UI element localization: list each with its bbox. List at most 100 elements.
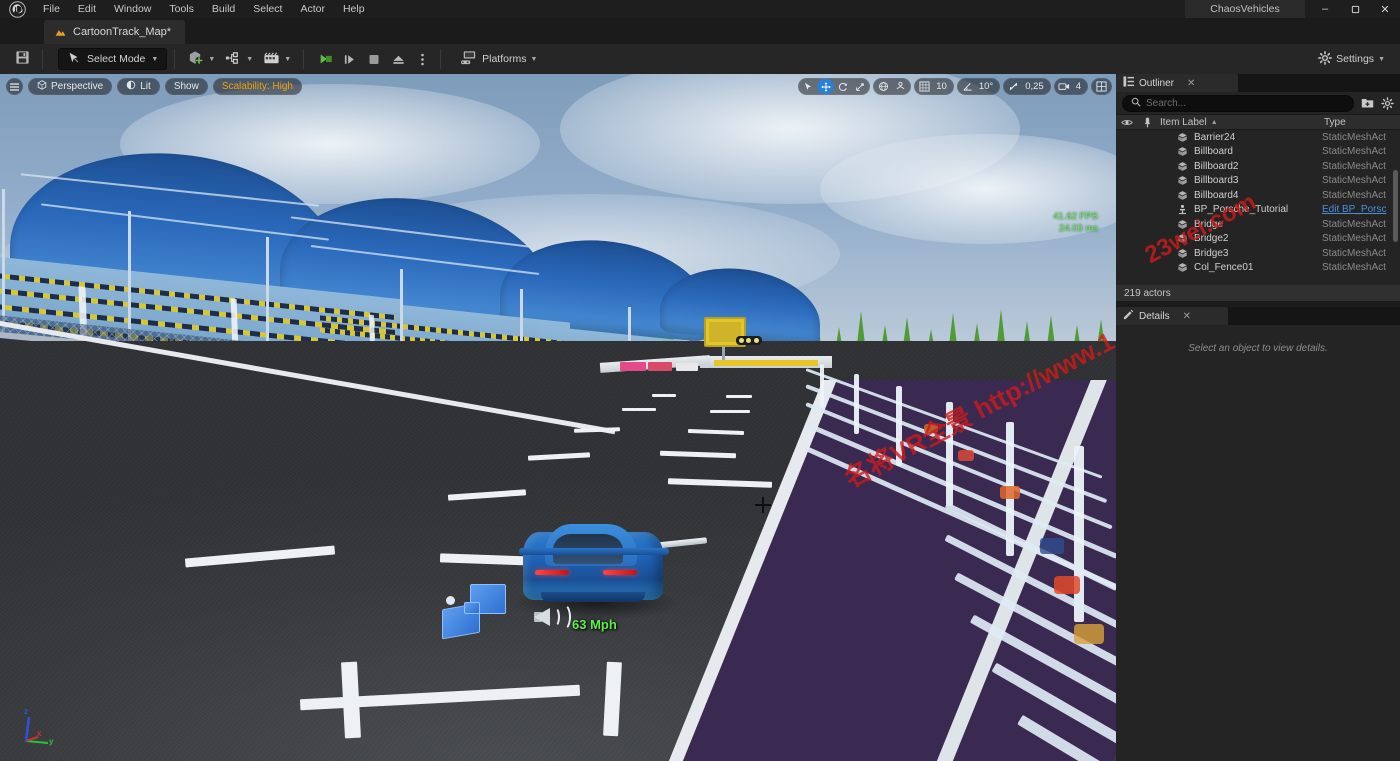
column-header-item-label[interactable]: Item Label ▲ xyxy=(1156,117,1322,128)
blueprints-button[interactable]: ▼ xyxy=(220,48,258,70)
viewport-layout-group[interactable] xyxy=(1091,78,1112,95)
table-row[interactable]: Billboard2 StaticMeshAct xyxy=(1116,159,1400,174)
audio-speaker-icon xyxy=(534,602,568,632)
transform-gizmo-group xyxy=(798,78,870,95)
pin-icon[interactable] xyxy=(1138,117,1156,128)
add-actor-icon xyxy=(187,50,204,68)
billboard-post xyxy=(722,346,725,360)
rotate-gizmo-icon[interactable] xyxy=(834,79,851,94)
menu-item-file[interactable]: File xyxy=(34,0,69,18)
camera-speed-icon[interactable] xyxy=(1056,79,1073,94)
platforms-button[interactable]: Platforms ▼ xyxy=(454,48,542,70)
chevron-down-icon: ▼ xyxy=(284,56,291,63)
world-coordinate-icon[interactable] xyxy=(875,79,892,94)
grid-snap-group[interactable]: 10 xyxy=(914,78,954,95)
grid-snap-icon[interactable] xyxy=(916,79,933,94)
outliner-item-edit-link[interactable]: Edit BP_Porsc xyxy=(1322,204,1400,215)
camera-speed-group[interactable]: 4 xyxy=(1054,78,1088,95)
more-options-button[interactable] xyxy=(411,48,433,70)
move-gizmo-icon[interactable] xyxy=(817,79,834,94)
table-row[interactable]: BP_Porsche_Tutorial Edit BP_Porsc xyxy=(1116,203,1400,218)
level-tab[interactable]: CartoonTrack_Map* xyxy=(44,20,185,44)
scale-snap-value[interactable]: 0,25 xyxy=(1022,81,1049,92)
close-icon[interactable]: ✕ xyxy=(1183,311,1191,322)
add-folder-icon[interactable] xyxy=(1360,96,1374,110)
close-icon[interactable]: ✕ xyxy=(1370,0,1400,18)
chevron-down-icon: ▼ xyxy=(1378,56,1385,63)
static-mesh-icon xyxy=(1174,219,1190,230)
static-mesh-icon xyxy=(1174,248,1190,259)
sort-ascending-icon: ▲ xyxy=(1211,119,1218,126)
outliner-column-header: Item Label ▲ Type xyxy=(1116,114,1400,130)
close-icon[interactable]: ✕ xyxy=(1187,78,1195,89)
menu-bar: File Edit Window Tools Build Select Acto… xyxy=(0,0,1400,18)
porsche-vehicle-actor[interactable] xyxy=(505,514,685,629)
table-row[interactable]: Bridge StaticMeshAct xyxy=(1116,217,1400,232)
save-button[interactable] xyxy=(10,48,35,70)
cinematics-button[interactable]: ▼ xyxy=(258,48,296,70)
menu-item-edit[interactable]: Edit xyxy=(69,0,105,18)
viewport-menu-icon[interactable] xyxy=(6,78,23,95)
scale-snap-group[interactable]: 0,25 xyxy=(1003,78,1051,95)
table-row[interactable]: Col_Fence01 StaticMeshAct xyxy=(1116,261,1400,276)
eject-button[interactable] xyxy=(387,48,409,70)
angle-snap-value[interactable]: 10° xyxy=(976,81,998,92)
outliner-item-type: StaticMeshAct xyxy=(1322,248,1400,259)
eye-icon[interactable] xyxy=(1116,118,1138,127)
table-row[interactable]: Bridge2 StaticMeshAct xyxy=(1116,232,1400,247)
add-actor-button[interactable]: ▼ xyxy=(182,48,220,70)
scale-snap-icon[interactable] xyxy=(1005,79,1022,94)
outliner-tab[interactable]: Outliner ✕ xyxy=(1116,74,1238,92)
menu-item-actor[interactable]: Actor xyxy=(291,0,334,18)
step-button[interactable] xyxy=(339,48,361,70)
menu-item-help[interactable]: Help xyxy=(334,0,374,18)
unreal-engine-logo[interactable] xyxy=(0,0,34,18)
viewport-camera-mode[interactable]: Perspective xyxy=(28,78,112,95)
viewport-scalability[interactable]: Scalability: High xyxy=(213,78,302,95)
select-mode-label: Select Mode xyxy=(87,53,145,65)
outliner-scrollbar[interactable] xyxy=(1393,170,1398,242)
menu-item-select[interactable]: Select xyxy=(244,0,291,18)
outliner-tab-label: Outliner xyxy=(1139,78,1174,89)
menu-item-tools[interactable]: Tools xyxy=(160,0,203,18)
menu-item-window[interactable]: Window xyxy=(105,0,160,18)
audio-component-gizmo[interactable] xyxy=(440,584,520,644)
search-input[interactable]: Search... xyxy=(1122,95,1354,112)
details-tab[interactable]: Details ✕ xyxy=(1116,307,1228,325)
grid-snap-value[interactable]: 10 xyxy=(933,81,952,92)
bridge-advertisement xyxy=(714,360,818,366)
outliner-row-list[interactable]: Barrier24 StaticMeshAct Billboard Static… xyxy=(1116,130,1400,280)
viewport-lighting-mode[interactable]: Lit xyxy=(117,78,160,95)
play-button[interactable] xyxy=(315,48,337,70)
level-viewport[interactable]: 63 Mph Perspective xyxy=(0,74,1116,761)
scale-gizmo-icon[interactable] xyxy=(851,79,868,94)
stop-button[interactable] xyxy=(363,48,385,70)
menu-item-build[interactable]: Build xyxy=(203,0,244,18)
table-row[interactable]: Bridge3 StaticMeshAct xyxy=(1116,246,1400,261)
gear-icon[interactable] xyxy=(1380,96,1394,110)
minimize-icon[interactable]: ‒ xyxy=(1310,0,1340,18)
maximize-icon[interactable] xyxy=(1340,0,1370,18)
cursor-select-icon[interactable] xyxy=(800,79,817,94)
traffic-light-bar xyxy=(736,336,762,345)
outliner-item-type: StaticMeshAct xyxy=(1322,262,1400,273)
angle-snap-group[interactable]: 10° xyxy=(957,78,1000,95)
table-row[interactable]: Barrier24 StaticMeshAct xyxy=(1116,130,1400,145)
outliner-item-label: Billboard3 xyxy=(1190,175,1322,186)
lighting-mode-label: Lit xyxy=(140,81,151,92)
viewport-layout-icon[interactable] xyxy=(1093,79,1110,94)
table-row[interactable]: Billboard3 StaticMeshAct xyxy=(1116,174,1400,189)
camera-speed-value[interactable]: 4 xyxy=(1073,81,1086,92)
table-row[interactable]: Billboard StaticMeshAct xyxy=(1116,145,1400,160)
select-mode-dropdown[interactable]: Select Mode ▼ xyxy=(58,48,167,70)
viewport-show-menu[interactable]: Show xyxy=(165,78,208,95)
angle-snap-icon[interactable] xyxy=(959,79,976,94)
static-mesh-icon xyxy=(1174,146,1190,157)
static-mesh-icon xyxy=(1174,175,1190,186)
table-row[interactable]: Billboard4 StaticMeshAct xyxy=(1116,188,1400,203)
camera-mode-label: Perspective xyxy=(51,81,103,92)
surface-snap-icon[interactable] xyxy=(892,79,909,94)
track-marking xyxy=(652,394,676,397)
column-header-type[interactable]: Type xyxy=(1322,117,1400,128)
settings-button[interactable]: Settings ▼ xyxy=(1313,48,1390,70)
